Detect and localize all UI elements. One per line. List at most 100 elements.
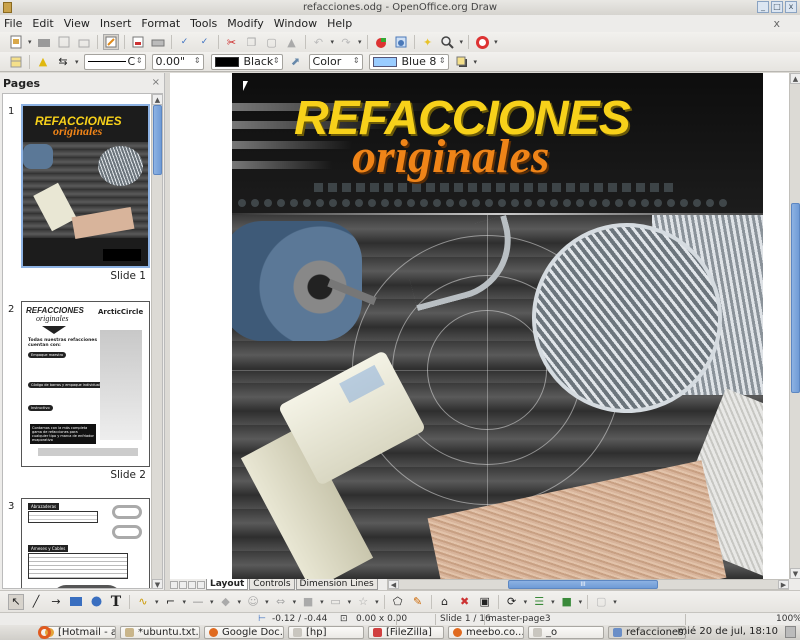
trash-icon[interactable] [785,626,796,638]
slide-subtitle[interactable]: originales [352,129,549,184]
menu-tools[interactable]: Tools [190,17,217,30]
ubuntu-logo-icon[interactable] [38,626,51,639]
task-hotmail[interactable]: [Hotmail - a... [40,626,116,639]
slide-thumbnail-2[interactable]: REFACCIONES originales ArcticCircle Toda… [21,301,150,467]
styles-icon[interactable] [8,54,24,70]
callouts-icon[interactable]: ▭ [328,594,344,610]
tab-dimension-lines[interactable]: Dimension Lines [295,579,378,590]
effects-icon[interactable]: ✦ [420,34,436,50]
tab-layout[interactable]: Layout [206,579,249,590]
redo-dropdown-arrow[interactable]: ▾ [358,38,362,46]
copy-icon[interactable]: ❐ [244,34,260,50]
rotate-icon[interactable]: ⟳ [504,594,520,610]
new-document-icon[interactable] [8,34,24,50]
curve-dropdown[interactable]: ▾ [155,598,159,606]
task-meebo[interactable]: meebo.co... [448,626,524,639]
block-arrows-icon[interactable]: ⇔ [273,594,289,610]
slide-thumbnail-1[interactable]: REFACCIONES originales [21,104,150,268]
line-icon[interactable]: ╱ [28,594,44,610]
close-document-button[interactable]: x [773,17,780,30]
menu-view[interactable]: View [64,17,90,30]
paste-icon[interactable]: ▢ [264,34,280,50]
slide-thumbnail-3[interactable]: Abrazaderas Arneses y Cables [21,498,150,588]
status-zoom[interactable]: 100% [776,614,800,624]
glue-points-icon[interactable]: ✎ [410,594,426,610]
redo-icon[interactable]: ↷ [338,34,354,50]
canvas-vertical-scrollbar[interactable]: ▲ ▼ [789,73,800,579]
scroll-down-arrow[interactable]: ▼ [790,568,800,579]
tab-controls[interactable]: Controls [249,579,295,590]
line-width-input[interactable]: 0.00" ⇕ [151,53,204,70]
rotate-dropdown[interactable]: ▾ [524,598,528,606]
stars-icon[interactable]: ☆ [355,594,371,610]
canvas-scrollbar-thumb[interactable] [791,203,800,393]
minimize-button[interactable]: _ [757,1,769,13]
close-panel-button[interactable]: × [152,77,160,88]
ellipse-icon[interactable] [88,594,104,610]
scroll-left-arrow[interactable]: ◀ [388,580,399,589]
scroll-up-arrow[interactable]: ▲ [152,94,162,105]
stars-dropdown[interactable]: ▾ [375,598,379,606]
connector-dropdown[interactable]: ▾ [183,598,187,606]
cut-icon[interactable]: ✂ [224,34,240,50]
undo-dropdown-arrow[interactable]: ▾ [331,38,335,46]
scroll-up-arrow[interactable]: ▲ [790,73,800,84]
pages-scrollbar[interactable]: ▲ ▼ [151,94,162,588]
edit-file-icon[interactable] [102,34,119,50]
canvas-hscroll-thumb[interactable]: III [508,580,658,589]
menu-format[interactable]: Format [141,17,180,30]
menu-help[interactable]: Help [327,17,352,30]
lines-arrows-icon[interactable]: — [190,594,206,610]
canvas-horizontal-scrollbar[interactable]: ◀ III ▶ [387,579,789,590]
autospellcheck-icon[interactable]: ✓ [197,34,213,50]
align-dropdown[interactable]: ▾ [551,598,555,606]
toolbar-overflow-arrow[interactable]: ▾ [494,38,498,46]
task-o-folder[interactable]: _o [528,626,604,639]
navigator-icon[interactable] [393,34,409,50]
curve-icon[interactable]: ∿ [135,594,151,610]
lines-dropdown[interactable]: ▾ [210,598,214,606]
arrow-style-dropdown[interactable]: ▾ [75,58,79,66]
symbol-shapes-icon[interactable]: ☺ [245,594,261,610]
callouts-dropdown[interactable]: ▾ [348,598,352,606]
prev-tab-button[interactable] [179,580,187,589]
area-style-select[interactable]: Color ⇕ [308,53,363,70]
export-pdf-icon[interactable] [130,34,146,50]
task-refacciones[interactable]: refacciones... [608,626,686,639]
task-ubuntu-txt[interactable]: *ubuntu.txt... [120,626,200,639]
area-icon[interactable]: ⬈ [288,54,304,70]
undo-icon[interactable]: ↶ [311,34,327,50]
pages-scrollbar-thumb[interactable] [153,105,162,175]
slide-1-canvas[interactable]: REFACCIONES originales [232,73,763,579]
symbol-shapes-dropdown[interactable]: ▾ [265,598,269,606]
spellcheck-icon[interactable]: ✓ [177,34,193,50]
connector-icon[interactable]: ⌐ [163,594,179,610]
export-icon[interactable] [76,34,92,50]
print-icon[interactable] [150,34,166,50]
shadow-icon[interactable] [454,54,470,70]
line-icon[interactable]: ▲ [35,54,51,70]
save-icon[interactable] [56,34,72,50]
toolbar-overflow-arrow[interactable]: ▾ [613,598,617,606]
task-google-docs[interactable]: Google Doc... [204,626,284,639]
toolbar-overflow-arrow[interactable]: ▾ [474,58,478,66]
menu-file[interactable]: File [4,17,22,30]
arrow-style-icon[interactable]: ⇆ [55,54,71,70]
scroll-right-arrow[interactable]: ▶ [778,580,789,589]
block-arrows-dropdown[interactable]: ▾ [293,598,297,606]
open-icon[interactable] [36,34,52,50]
line-style-select[interactable]: C ⇕ [83,53,146,70]
shadow-icon[interactable]: ▢ [593,594,609,610]
chart-icon[interactable] [373,34,389,50]
from-file-icon[interactable]: ✖ [457,594,473,610]
new-dropdown-arrow[interactable]: ▾ [28,38,32,46]
scroll-down-arrow[interactable]: ▼ [152,579,162,588]
task-filezilla[interactable]: [FileZilla] [368,626,444,639]
select-icon[interactable]: ↖ [8,593,24,610]
clone-format-icon[interactable]: ▲ [284,34,300,50]
arrow-line-icon[interactable]: → [48,594,64,610]
zoom-dropdown-arrow[interactable]: ▾ [460,38,464,46]
close-window-button[interactable]: x [785,1,797,13]
maximize-button[interactable]: □ [771,1,783,13]
first-tab-button[interactable] [170,580,178,589]
